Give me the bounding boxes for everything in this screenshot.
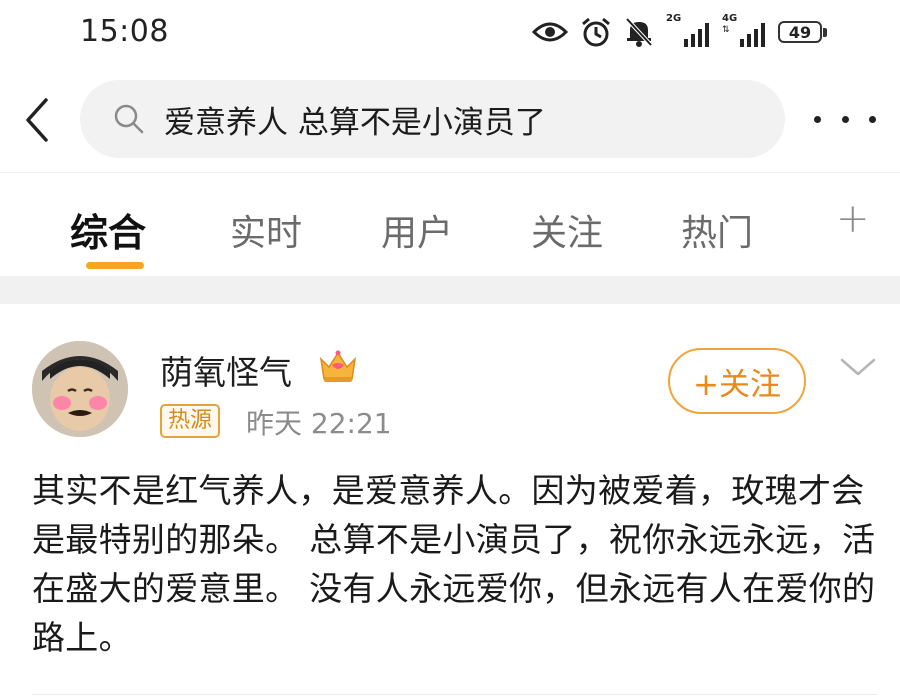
more-dot-icon: [814, 115, 821, 123]
post-options-button[interactable]: [838, 352, 878, 382]
follow-button[interactable]: +关注: [668, 348, 806, 414]
tab-following[interactable]: 关注: [531, 204, 603, 256]
battery-icon: 49: [778, 21, 827, 43]
more-options-button[interactable]: [814, 102, 876, 136]
post-bottom-divider: [32, 694, 878, 695]
eye-icon: [532, 22, 568, 42]
chevron-left-icon: [26, 98, 48, 142]
tab-bar: 综合 实时 用户 关注 热门 +: [0, 178, 900, 276]
tab-add-button[interactable]: +: [836, 196, 870, 242]
tab-comprehensive[interactable]: 综合: [70, 202, 146, 257]
battery-level: 49: [788, 22, 812, 42]
header-divider: [0, 172, 900, 173]
status-bar: 15:08 2G 4G ⇅ 49: [0, 0, 900, 66]
more-dot-icon: [869, 115, 876, 123]
signal-4g-icon: 4G ⇅: [722, 13, 766, 47]
avatar-image: [32, 341, 128, 437]
post-body-text: 其实不是红气养人，是爱意养人。因为被爱着，玫瑰才会是最特别的那朵。 总算不是小演…: [32, 471, 876, 657]
status-icons: 2G 4G ⇅ 49: [532, 13, 827, 48]
tab-realtime[interactable]: 实时: [230, 204, 302, 256]
back-button[interactable]: [14, 92, 60, 148]
post-time: 昨天 22:21: [246, 407, 392, 440]
alarm-icon: [582, 17, 610, 47]
avatar[interactable]: [32, 341, 128, 437]
tab-users[interactable]: 用户: [381, 204, 453, 256]
section-separator: [0, 276, 900, 304]
tab-hot[interactable]: 热门: [681, 204, 753, 256]
hot-source-badge: 热源: [160, 404, 221, 438]
more-dot-icon: [841, 115, 849, 123]
mute-bell-icon: [625, 17, 653, 47]
post-username[interactable]: 荫氧怪气: [160, 346, 292, 394]
signal-2g-label: 2G: [666, 13, 682, 24]
search-icon: [114, 104, 144, 134]
crown-badge-icon: [319, 350, 357, 382]
search-query-text: 爱意养人 总算不是小演员了: [164, 104, 546, 141]
tab-active-indicator: [86, 262, 144, 269]
search-input[interactable]: 爱意养人 总算不是小演员了: [80, 80, 785, 158]
signal-4g-label: 4G: [722, 13, 738, 24]
signal-2g-icon: 2G: [666, 13, 710, 47]
status-time: 15:08: [80, 14, 169, 49]
chevron-down-icon: [840, 358, 876, 376]
